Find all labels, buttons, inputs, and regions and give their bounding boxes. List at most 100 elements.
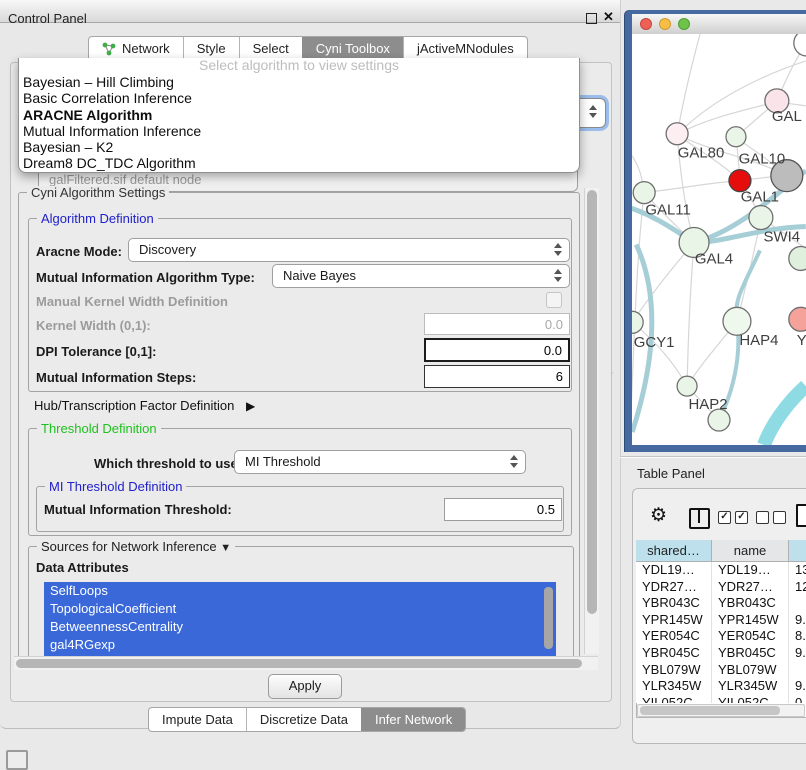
manual-kernel-label: Manual Kernel Width Definition <box>36 294 228 309</box>
stepper-icon <box>554 269 562 282</box>
stepper-icon <box>510 455 518 468</box>
dpi-tolerance-label: DPI Tolerance [0,1]: <box>36 344 156 359</box>
network-edge-thick <box>764 386 806 445</box>
mi-steps-field[interactable]: 6 <box>424 365 570 388</box>
column-header-shared-name[interactable]: shared… <box>636 540 712 562</box>
horizontal-scrollbar[interactable] <box>14 656 598 670</box>
node[interactable] <box>789 246 806 270</box>
tab-network[interactable]: Network <box>89 37 183 60</box>
vertical-scrollbar[interactable] <box>584 188 599 654</box>
node-gal11[interactable] <box>633 182 655 204</box>
floating-corner-button[interactable] <box>6 750 28 770</box>
node-label: HAP2 <box>688 396 727 413</box>
tab-cyni-toolbox[interactable]: Cyni Toolbox <box>302 37 403 60</box>
control-panel-title: Control Panel <box>8 11 87 26</box>
scrollbar-thumb[interactable] <box>16 659 582 668</box>
network-icon <box>102 42 117 56</box>
node-label: Y <box>797 332 806 349</box>
node-label: GAL <box>772 108 802 125</box>
table-row[interactable]: YBR043CYBR043C <box>636 595 806 612</box>
mi-threshold-label: Mutual Information Threshold: <box>44 502 232 517</box>
tab-discretize-data[interactable]: Discretize Data <box>246 708 361 731</box>
table-horizontal-scrollbar[interactable] <box>637 704 805 717</box>
group-title: Cyni Algorithm Settings <box>27 186 169 200</box>
node-label: GAL11 <box>645 202 690 219</box>
dropdown-item-selected[interactable]: ARACNE Algorithm <box>19 107 579 123</box>
mi-type-combobox[interactable]: Naive Bayes <box>272 264 570 288</box>
tab-impute-data[interactable]: Impute Data <box>149 708 246 731</box>
hub-definition-expander[interactable]: Hub/Transcription Factor Definition ▶ <box>34 398 255 413</box>
collapse-down-icon[interactable]: ▼ <box>220 542 231 554</box>
list-item[interactable]: TopologicalCoefficient <box>44 600 556 618</box>
list-scrollbar-thumb[interactable] <box>544 587 553 649</box>
dropdown-item[interactable]: Bayesian – K2 <box>19 139 579 155</box>
file-icon[interactable] <box>796 504 806 527</box>
mi-type-label: Mutual Information Algorithm Type: <box>36 270 255 285</box>
data-attributes-list[interactable]: SelfLoops TopologicalCoefficient Between… <box>44 582 556 656</box>
group-title: Sources for Network Inference ▼ <box>37 539 235 554</box>
tab-infer-network[interactable]: Infer Network <box>361 708 465 731</box>
table-row[interactable]: YDL19…YDL19…13 <box>636 562 806 579</box>
list-item[interactable]: BetweennessCentrality <box>44 618 556 636</box>
aracne-mode-combobox[interactable]: Discovery <box>128 238 570 262</box>
node-gal10[interactable] <box>726 127 746 147</box>
unchecked-box-icon <box>773 511 786 524</box>
manual-kernel-checkbox[interactable] <box>546 292 562 308</box>
table-row[interactable]: YBL079WYBL079W <box>636 662 806 679</box>
column-view-icon[interactable] <box>689 508 710 529</box>
which-threshold-combobox[interactable]: MI Threshold <box>234 450 526 474</box>
table-body[interactable]: YDL19…YDL19…13 YDR27…YDR27…12 YBR043CYBR… <box>636 562 806 703</box>
clear-selection-icon[interactable] <box>756 511 786 524</box>
checked-box-icon: ✓ <box>718 511 731 524</box>
node-swi4[interactable] <box>749 206 773 230</box>
kernel-width-field[interactable]: 0.0 <box>424 313 570 335</box>
select-all-icon[interactable]: ✓ ✓ <box>718 511 748 524</box>
group-title: Threshold Definition <box>37 421 161 436</box>
tab-jactivemnodules[interactable]: jActiveMNodules <box>403 37 527 60</box>
table-panel-title: Table Panel <box>637 466 705 481</box>
table-row[interactable]: YPR145WYPR145W9. <box>636 612 806 629</box>
table-row[interactable]: YIL052CYIL052C0. <box>636 695 806 703</box>
table-row[interactable]: YBR045CYBR045C9. <box>636 645 806 662</box>
zoom-traffic-light-icon[interactable] <box>678 18 690 30</box>
close-icon[interactable]: ✕ <box>603 9 614 25</box>
list-item[interactable]: gal4RGexp <box>44 636 556 654</box>
tab-select[interactable]: Select <box>239 37 302 60</box>
table-row[interactable]: YDR27…YDR27…12 <box>636 579 806 596</box>
dropdown-prompt: Select algorithm to view settings <box>19 58 579 74</box>
group-title: Algorithm Definition <box>37 211 158 226</box>
node-salmon[interactable] <box>789 307 806 331</box>
scrollbar-thumb[interactable] <box>587 190 597 614</box>
column-header[interactable] <box>789 540 806 562</box>
float-window-icon[interactable] <box>586 13 597 24</box>
network-canvas[interactable]: GAL GAL80 GAL10 GAL1 GAL11 SWI4 GAL4 GCY… <box>632 34 806 445</box>
apply-button[interactable]: Apply <box>268 674 342 699</box>
mi-threshold-field[interactable]: 0.5 <box>444 498 562 521</box>
node-label: GCY1 <box>634 334 675 351</box>
table-row[interactable]: YER054CYER054C8. <box>636 628 806 645</box>
node-hap2[interactable] <box>677 376 697 396</box>
scrollbar-thumb[interactable] <box>640 706 780 715</box>
close-traffic-light-icon[interactable] <box>640 18 652 30</box>
cyni-bottom-tabbar: Impute Data Discretize Data Infer Networ… <box>148 707 466 732</box>
settings-scroll-viewport: Cyni Algorithm Settings Algorithm Defini… <box>14 186 584 656</box>
dropdown-item[interactable]: Dream8 DC_TDC Algorithm <box>19 155 579 171</box>
dpi-tolerance-field[interactable]: 0.0 <box>424 338 570 362</box>
column-header-name[interactable]: name <box>712 540 789 562</box>
tab-style[interactable]: Style <box>183 37 239 60</box>
table-header-row: shared… name <box>636 540 806 562</box>
minimize-traffic-light-icon[interactable] <box>659 18 671 30</box>
dropdown-item[interactable]: Bayesian – Hill Climbing <box>19 74 579 90</box>
gear-icon[interactable]: ⚙ <box>650 505 667 527</box>
table-row[interactable]: YLR345WYLR345W9. <box>636 678 806 695</box>
list-item[interactable]: SelfLoops <box>44 582 556 600</box>
node-gal80[interactable] <box>666 123 688 145</box>
network-node-labels: GAL GAL80 GAL10 GAL1 GAL11 SWI4 GAL4 GCY… <box>634 108 806 413</box>
dropdown-item[interactable]: Basic Correlation Inference <box>19 90 579 106</box>
which-threshold-label: Which threshold to use: <box>94 456 242 471</box>
node-hap4[interactable] <box>723 307 751 335</box>
dropdown-item[interactable]: Mutual Information Inference <box>19 123 579 139</box>
node[interactable] <box>794 34 806 56</box>
control-panel-titlebar[interactable] <box>0 0 620 23</box>
node-label: GAL4 <box>695 250 733 267</box>
